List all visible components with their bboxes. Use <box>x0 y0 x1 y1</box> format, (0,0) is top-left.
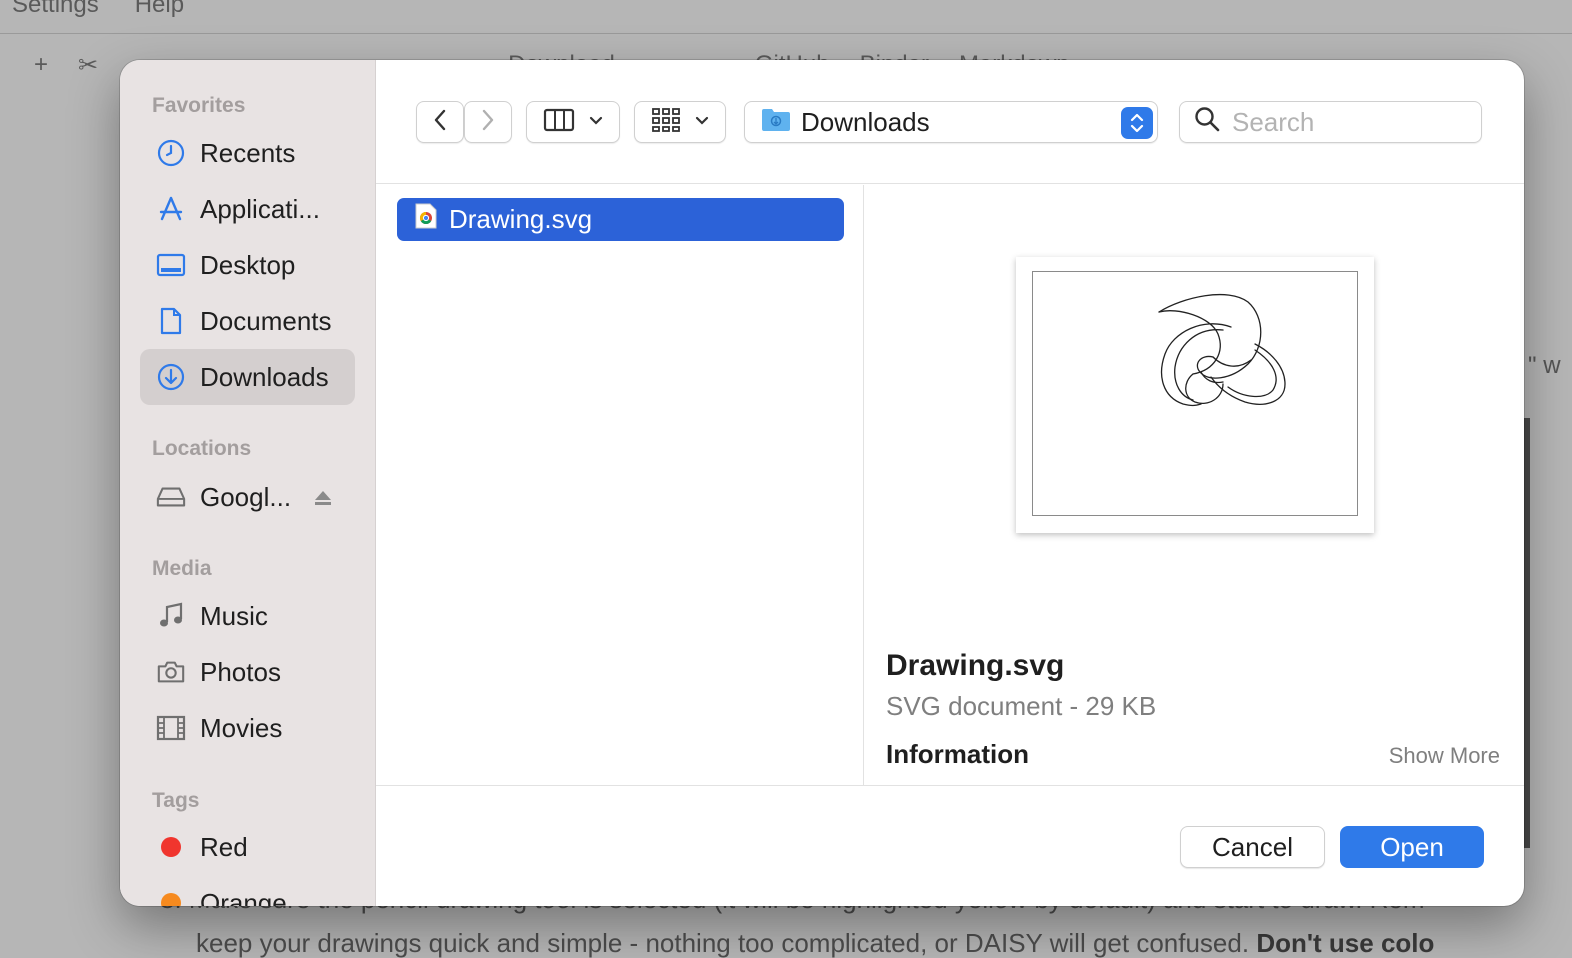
group-by-button[interactable] <box>634 101 726 143</box>
clock-icon <box>156 138 186 168</box>
camera-icon <box>156 657 186 687</box>
chrome-file-icon <box>415 203 437 236</box>
instruction-bold-text: Don't use colo <box>1256 928 1435 958</box>
document-icon <box>156 306 186 336</box>
chevron-down-icon <box>589 113 603 131</box>
drive-icon <box>156 482 186 512</box>
open-file-dialog: Favorites Recents Applicati... Desktop D… <box>120 60 1524 906</box>
sidebar-item-google-drive[interactable]: Googl... <box>140 469 355 525</box>
chevron-down-icon <box>695 113 709 131</box>
chevron-left-icon <box>432 108 448 137</box>
main-pane: Downloads Drawing.svg <box>376 60 1524 906</box>
sidebar-item-movies[interactable]: Movies <box>140 700 355 756</box>
eject-icon[interactable] <box>313 484 333 515</box>
cut-button[interactable]: ✂ <box>78 51 98 80</box>
columns-view-icon <box>543 108 575 137</box>
file-thumbnail <box>1016 257 1374 533</box>
music-icon <box>156 601 186 631</box>
sidebar-item-photos[interactable]: Photos <box>140 644 355 700</box>
tags-section-title: Tags <box>152 789 200 812</box>
sidebar-item-tag-orange[interactable]: Orange <box>140 875 355 906</box>
sidebar-item-label: Movies <box>200 712 283 743</box>
swirl-drawing-image <box>1158 294 1286 407</box>
sidebar-item-label: Documents <box>200 305 332 336</box>
preview-pane: Drawing.svg SVG document - 29 KB Informa… <box>865 185 1524 785</box>
add-cell-button[interactable]: + <box>34 51 48 79</box>
location-label: Downloads <box>801 106 930 137</box>
view-mode-button[interactable] <box>526 101 620 143</box>
show-more-button[interactable]: Show More <box>1389 743 1500 769</box>
file-list-column: Drawing.svg <box>376 185 864 785</box>
sidebar-item-downloads[interactable]: Downloads <box>140 349 355 405</box>
sidebar-item-label: Orange <box>200 887 287 907</box>
sidebar-item-label: Red <box>200 831 248 862</box>
location-popup[interactable]: Downloads <box>744 101 1158 143</box>
sidebar-item-label: Applicati... <box>200 193 320 224</box>
menu-settings[interactable]: Settings <box>12 0 99 17</box>
sidebar-item-documents[interactable]: Documents <box>140 293 355 349</box>
back-button[interactable] <box>416 101 464 143</box>
file-row-drawing-svg[interactable]: Drawing.svg <box>397 198 844 241</box>
favorites-section-title: Favorites <box>152 94 246 117</box>
sidebar-item-label: Desktop <box>200 249 296 280</box>
sidebar: Favorites Recents Applicati... Desktop D… <box>120 60 376 906</box>
dialog-footer: Cancel Open <box>376 785 1524 906</box>
applications-icon <box>156 194 186 224</box>
background-instruction-line-2: keep your drawings quick and simple - no… <box>196 928 1434 958</box>
search-field[interactable] <box>1179 101 1482 143</box>
sidebar-item-label: Recents <box>200 137 296 168</box>
search-icon <box>1194 106 1220 139</box>
thumbnail-canvas <box>1032 271 1358 516</box>
orange-tag-dot <box>161 893 181 906</box>
preview-file-kind: SVG document - 29 KB <box>886 691 1157 721</box>
red-tag-dot <box>161 837 181 857</box>
sidebar-item-recents[interactable]: Recents <box>140 125 355 181</box>
preview-file-name: Drawing.svg <box>886 649 1065 682</box>
updown-chevron-icon <box>1121 107 1153 139</box>
sidebar-item-label: Googl... <box>200 481 292 512</box>
instruction-text: keep your drawings quick and simple - no… <box>196 928 1257 958</box>
background-text-fragment: " w <box>1528 352 1561 379</box>
file-name: Drawing.svg <box>449 204 593 234</box>
desktop-icon <box>156 250 186 280</box>
film-icon <box>156 713 186 743</box>
menu-help[interactable]: Help <box>135 0 184 17</box>
open-button[interactable]: Open <box>1340 826 1484 868</box>
grid-view-icon <box>651 107 681 138</box>
forward-button[interactable] <box>464 101 512 143</box>
search-input[interactable] <box>1232 106 1462 138</box>
chevron-right-icon <box>480 108 496 137</box>
locations-section-title: Locations <box>152 437 252 460</box>
sidebar-item-desktop[interactable]: Desktop <box>140 237 355 293</box>
cancel-button[interactable]: Cancel <box>1180 826 1325 868</box>
sidebar-item-applications[interactable]: Applicati... <box>140 181 355 237</box>
sidebar-item-label: Photos <box>200 656 281 687</box>
information-heading: Information <box>886 739 1029 769</box>
sidebar-item-tag-red[interactable]: Red <box>140 819 355 875</box>
sidebar-item-music[interactable]: Music <box>140 588 355 644</box>
media-section-title: Media <box>152 557 212 580</box>
menu-bar: Settings Help <box>0 0 1572 34</box>
sidebar-item-label: Music <box>200 600 268 631</box>
folder-icon <box>761 106 791 139</box>
download-icon <box>156 362 186 392</box>
sidebar-item-label: Downloads <box>200 361 329 392</box>
dialog-toolbar: Downloads <box>376 60 1524 184</box>
